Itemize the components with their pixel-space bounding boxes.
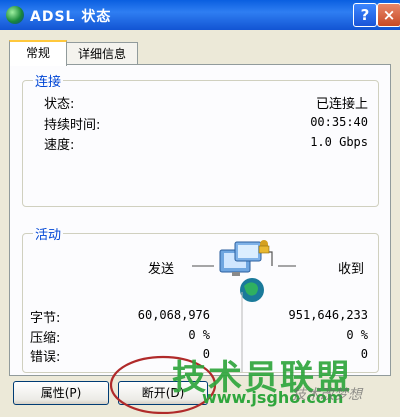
help-button[interactable]: ? [353,3,377,27]
speed-label: 速度: [44,138,75,153]
watermark-slogan: 技术改梦想 [292,387,362,403]
bytes-received-value: 951,646,233 [288,308,368,322]
bytes-sent-value: 60,068,976 [137,308,210,322]
connection-legend: 连接 [33,71,64,90]
bytes-label: 字节: [30,311,61,326]
properties-button[interactable]: 属性(P) [13,381,109,405]
close-button[interactable]: × [377,3,400,27]
compression-received-value: 0 % [346,328,368,342]
tab-general[interactable]: 常规 [9,40,67,66]
speed-value: 1.0 Gbps [310,135,368,149]
sent-label: 发送 [148,262,175,277]
network-globe-icon [6,6,24,24]
duration-label: 持续时间: [44,118,101,133]
errors-label: 错误: [30,350,61,365]
window-title: ADSL 状态 [30,9,112,25]
compression-label: 压缩: [30,331,61,346]
activity-legend: 活动 [33,224,64,243]
title-bar[interactable]: ADSL 状态 ? × [0,0,400,30]
compression-sent-value: 0 % [188,328,210,342]
status-label: 状态: [44,97,75,112]
received-label: 收到 [338,262,365,277]
tab-details[interactable]: 详细信息 [66,42,138,65]
duration-value: 00:35:40 [310,115,368,129]
status-value: 已连接上 [315,97,368,112]
